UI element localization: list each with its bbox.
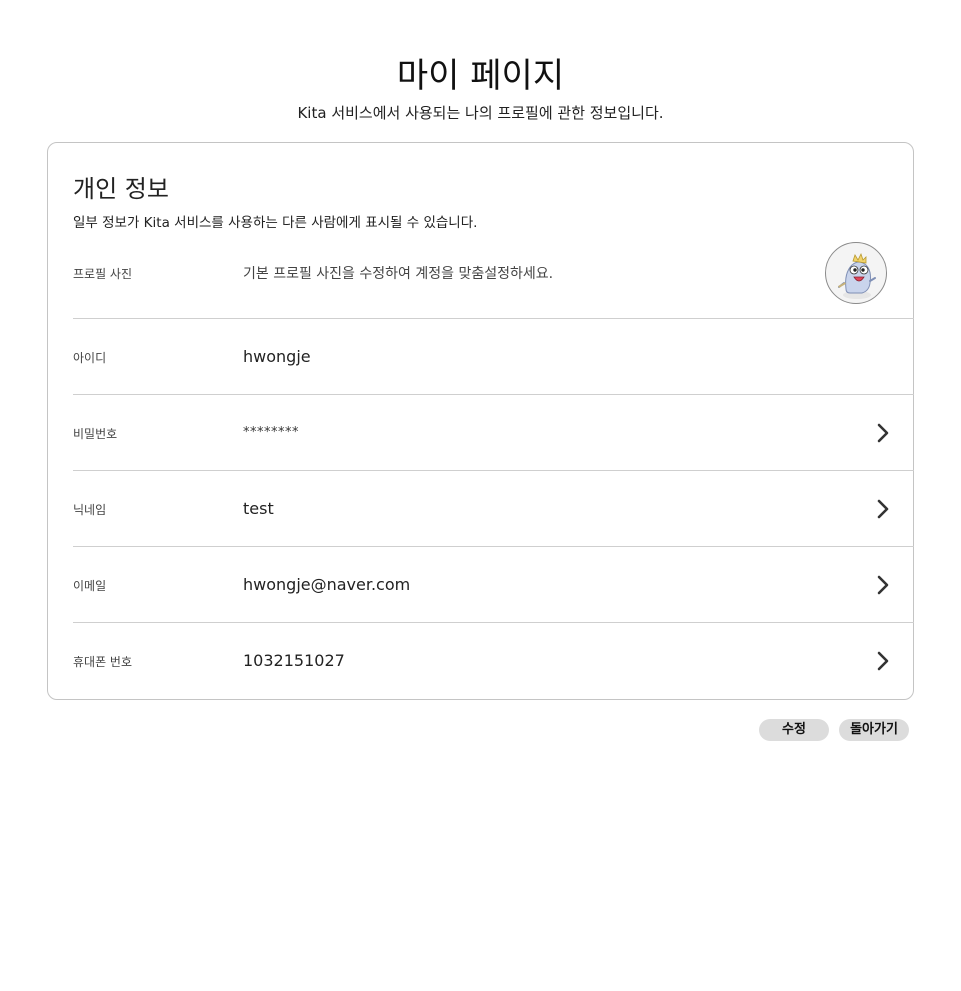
card-description: 일부 정보가 Kita 서비스를 사용하는 다른 사람에게 표시될 수 있습니다… (73, 215, 478, 231)
email-label: 이메일 (73, 579, 107, 593)
nickname-row[interactable]: 닉네임 test (73, 471, 914, 547)
profile-photo-description: 기본 프로필 사진을 수정하여 계정을 맞춤설정하세요. (243, 266, 554, 282)
edit-button[interactable]: 수정 (759, 719, 829, 741)
card-title: 개인 정보 (73, 175, 169, 203)
profile-photo-row[interactable]: 프로필 사진 기본 프로필 사진을 수정하여 계정을 맞춤설정하세요. (73, 238, 914, 319)
back-button[interactable]: 돌아가기 (839, 719, 909, 741)
profile-photo-label: 프로필 사진 (73, 267, 133, 281)
password-value: ******** (243, 425, 299, 440)
id-label: 아이디 (73, 351, 107, 365)
chevron-right-icon[interactable] (874, 574, 892, 596)
id-value: hwongje (243, 347, 311, 366)
chevron-right-icon[interactable] (874, 422, 892, 444)
nickname-value: test (243, 499, 274, 518)
email-row[interactable]: 이메일 hwongje@naver.com (73, 547, 914, 623)
phone-label: 휴대폰 번호 (73, 655, 133, 669)
password-label: 비밀번호 (73, 427, 118, 441)
chevron-right-icon[interactable] (874, 498, 892, 520)
dinosaur-avatar-icon (838, 252, 876, 299)
id-row: 아이디 hwongje (73, 319, 914, 395)
phone-value: 1032151027 (243, 651, 345, 670)
password-row[interactable]: 비밀번호 ******** (73, 395, 914, 471)
chevron-right-icon[interactable] (874, 650, 892, 672)
email-value: hwongje@naver.com (243, 575, 411, 594)
profile-avatar[interactable] (825, 242, 887, 304)
page-title: 마이 페이지 (396, 56, 565, 96)
personal-info-card: 개인 정보 일부 정보가 Kita 서비스를 사용하는 다른 사람에게 표시될 … (47, 142, 914, 700)
phone-row[interactable]: 휴대폰 번호 1032151027 (73, 623, 914, 699)
page-subtitle: Kita 서비스에서 사용되는 나의 프로필에 관한 정보입니다. (297, 104, 664, 122)
nickname-label: 닉네임 (73, 503, 107, 517)
